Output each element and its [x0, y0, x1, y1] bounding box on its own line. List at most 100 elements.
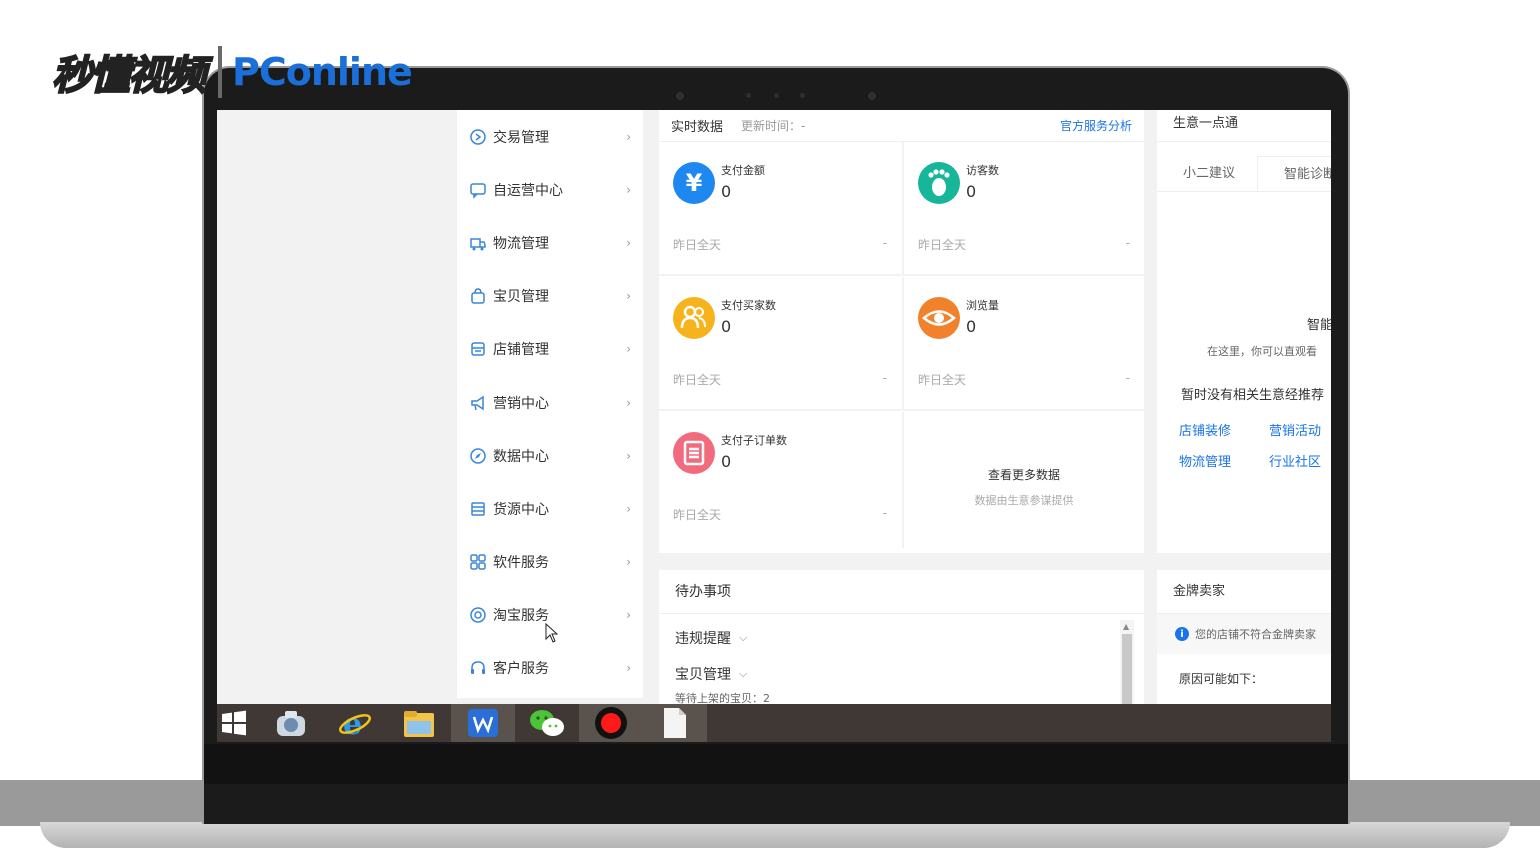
- sidebar-item-label: 自运营中心: [493, 182, 563, 199]
- sidebar-item[interactable]: 数据中心 ›: [457, 429, 643, 482]
- metric-value: 0: [721, 317, 732, 336]
- start-button[interactable]: [217, 704, 251, 742]
- todo-row-label: 违规提醒: [675, 631, 731, 647]
- metric-compare: -: [882, 506, 887, 520]
- sidebar-item-label: 物流管理: [493, 235, 549, 252]
- eye-icon: [918, 297, 960, 339]
- yuan-icon: ¥: [673, 162, 715, 204]
- link-logistics[interactable]: 物流管理: [1179, 451, 1269, 470]
- chevron-right-icon: ›: [626, 661, 631, 676]
- metric-value: 0: [721, 182, 732, 201]
- metric-card[interactable]: ¥ 支付金额 0 昨日全天 -: [659, 142, 901, 276]
- windows-start-icon: [222, 710, 246, 736]
- view-more-data-link[interactable]: 查看更多数据: [904, 466, 1144, 483]
- todo-item-management[interactable]: 宝贝管理 ⌵: [659, 656, 1144, 692]
- link-store-decoration[interactable]: 店铺装修: [1179, 420, 1269, 439]
- todo-violation-reminder[interactable]: 违规提醒 ⌵: [659, 620, 1144, 656]
- official-analysis-link[interactable]: 官方服务分析: [1060, 117, 1132, 134]
- sidebar-item[interactable]: 店铺管理 ›: [457, 323, 643, 376]
- taskbar-explorer[interactable]: [259, 704, 323, 742]
- sidebar-item[interactable]: 物流管理 ›: [457, 216, 643, 269]
- chevron-right-icon: ›: [626, 289, 631, 304]
- chevron-right-icon: ›: [626, 129, 631, 144]
- sidebar-item[interactable]: 营销中心 ›: [457, 376, 643, 429]
- metric-value: 0: [721, 452, 732, 471]
- sidebar-item[interactable]: 自运营中心 ›: [457, 163, 643, 216]
- users-icon: [673, 297, 715, 339]
- metric-label: 访客数: [966, 164, 999, 177]
- service-icon: [469, 606, 487, 624]
- store-icon: [469, 340, 487, 358]
- info-icon: i: [1175, 627, 1189, 641]
- link-industry-community[interactable]: 行业社区: [1269, 451, 1331, 470]
- chevron-down-icon: ⌵: [739, 631, 748, 644]
- chevron-right-icon: ›: [626, 501, 631, 516]
- tab-smart-diagnosis[interactable]: 智能诊断: [1257, 156, 1331, 191]
- sidebar-item[interactable]: 货源中心 ›: [457, 482, 643, 535]
- no-recommendation-text: 暂时没有相关生意经推荐: [1181, 388, 1325, 403]
- screen: 交易管理 › 自运营中心 › 物流管理 › 宝贝管理 › 店铺管理 › 营销中心 › 数据中心 › 货源中心…: [217, 110, 1331, 742]
- business-title: 生意一点通: [1157, 110, 1331, 142]
- watermark-miaodong: 秒懂视频: [51, 52, 207, 100]
- todo-row-label: 宝贝管理: [675, 667, 731, 683]
- metric-compare: -: [882, 236, 887, 250]
- todo-title: 待办事项: [659, 570, 1144, 614]
- laptop-bezel-bottom: [204, 744, 1348, 784]
- realtime-header: 实时数据 更新时间：- 官方服务分析: [659, 110, 1144, 142]
- sensor-dot: [868, 92, 876, 100]
- watermark-divider: [218, 46, 222, 98]
- sidebar-item-label: 数据中心: [493, 448, 549, 465]
- link-marketing-activity[interactable]: 营销活动: [1269, 420, 1331, 439]
- more-data-cell[interactable]: 查看更多数据 数据由生意参谋提供: [902, 412, 1144, 548]
- taskbar-wechat[interactable]: [515, 704, 579, 742]
- gold-seller-notice: i 您的店铺不符合金牌卖家: [1157, 614, 1331, 654]
- taskbar-document[interactable]: [643, 704, 707, 742]
- box-icon: [469, 500, 487, 518]
- watermark: 秒懂视频 PConline: [51, 40, 413, 104]
- sidebar-item[interactable]: 客户服务 ›: [457, 642, 643, 695]
- metric-card[interactable]: 支付买家数 0 昨日全天 -: [659, 277, 901, 411]
- metric-value: 0: [966, 182, 977, 201]
- sidebar-item[interactable]: 交易管理 ›: [457, 110, 643, 163]
- sidebar-item-label: 营销中心: [493, 395, 549, 412]
- apps-icon: [469, 553, 487, 571]
- compass-icon: [469, 447, 487, 465]
- metric-card[interactable]: 访客数 0 昨日全天 -: [902, 142, 1144, 276]
- order-list-icon: [673, 432, 715, 474]
- headset-icon: [469, 659, 487, 677]
- wps-icon: [468, 709, 498, 737]
- sidebar-item-label: 店铺管理: [493, 342, 549, 359]
- business-tabs: 小二建议 智能诊断: [1157, 156, 1331, 192]
- metric-card[interactable]: 支付子订单数 0 昨日全天 -: [659, 412, 901, 546]
- metric-period: 昨日全天: [918, 238, 967, 252]
- sidebar-item[interactable]: 软件服务 ›: [457, 536, 643, 589]
- realtime-data-card: 实时数据 更新时间：- 官方服务分析 查看更多数据 数据由生意参谋提供 ¥ 支付金…: [659, 110, 1144, 553]
- taskbar-ie[interactable]: e: [323, 704, 387, 742]
- metric-label: 支付金额: [721, 164, 765, 177]
- metric-value: 0: [966, 317, 977, 336]
- watermark-pconline: PConline: [232, 50, 413, 94]
- taskbar: e: [217, 704, 1331, 742]
- camera-icon: [774, 93, 779, 98]
- realtime-title: 实时数据: [671, 120, 724, 135]
- scroll-up-arrow-icon[interactable]: ▲: [1123, 622, 1129, 631]
- metric-period: 昨日全天: [673, 238, 722, 252]
- sidebar-item-label: 淘宝服务: [493, 608, 549, 625]
- ie-icon: e: [339, 707, 371, 739]
- update-time: 更新时间：-: [741, 119, 806, 133]
- sidebar-item[interactable]: 宝贝管理 ›: [457, 270, 643, 323]
- tab-suggestions[interactable]: 小二建议: [1157, 156, 1257, 191]
- taskbar-files[interactable]: [387, 704, 451, 742]
- sensor-dot: [800, 93, 805, 98]
- taskbar-recorder[interactable]: [579, 704, 643, 742]
- metric-card[interactable]: 浏览量 0 昨日全天 -: [902, 277, 1144, 411]
- explorer-icon: [277, 711, 305, 736]
- taskbar-wps[interactable]: [451, 704, 515, 742]
- sensor-dot: [746, 93, 751, 98]
- wechat-icon: [530, 710, 564, 736]
- metric-label: 支付买家数: [721, 299, 776, 312]
- sidebar-item-label: 货源中心: [493, 501, 549, 518]
- metric-period: 昨日全天: [673, 373, 722, 387]
- sidebar-item-label: 软件服务: [493, 555, 549, 572]
- metric-period: 昨日全天: [918, 373, 967, 387]
